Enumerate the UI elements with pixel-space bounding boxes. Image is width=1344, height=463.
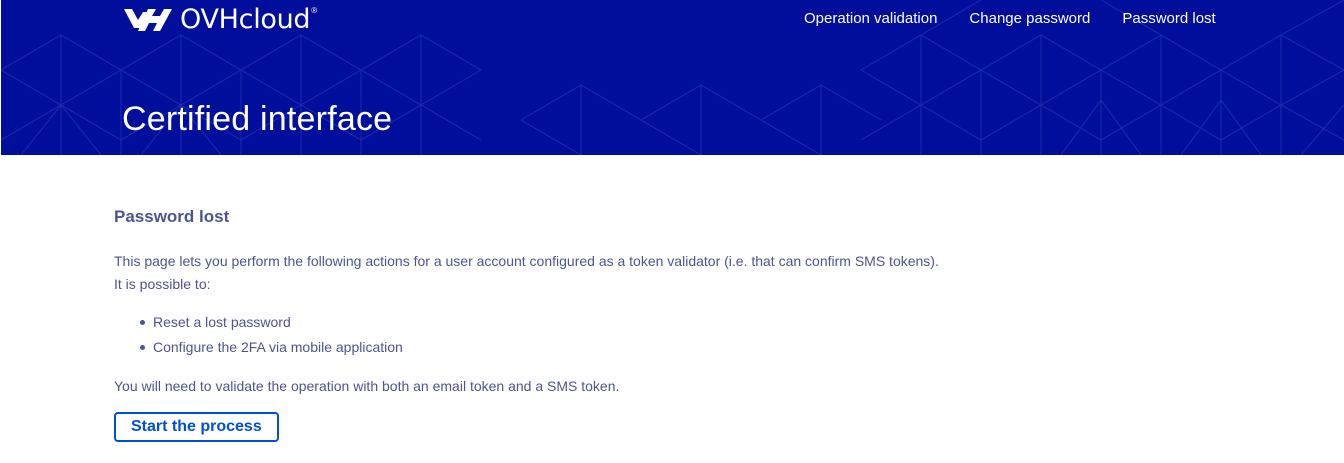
logo-registered-mark: ® <box>311 5 318 15</box>
ovhcloud-logo-icon <box>124 9 172 31</box>
nav-password-lost[interactable]: Password lost <box>1122 8 1215 30</box>
validation-note: You will need to validate the operation … <box>114 378 620 394</box>
nav-change-password[interactable]: Change password <box>969 8 1090 30</box>
feature-item: Configure the 2FA via mobile application <box>140 335 1114 360</box>
top-navigation: Operation validation Change password Pas… <box>804 8 1216 30</box>
nav-operation-validation[interactable]: Operation validation <box>804 8 937 30</box>
main-content: Password lost This page lets you perform… <box>114 200 1114 442</box>
feature-list: Reset a lost password Configure the 2FA … <box>114 310 1114 360</box>
page-title: Certified interface <box>122 100 393 138</box>
page-header: OVHcloud ® Operation validation Change p… <box>1 0 1344 155</box>
ovhcloud-logo[interactable]: OVHcloud ® <box>122 0 318 40</box>
start-process-button[interactable]: Start the process <box>114 412 279 442</box>
intro-line-1: This page lets you perform the following… <box>114 253 939 269</box>
logo-text: OVHcloud <box>180 4 311 35</box>
intro-line-2: It is possible to: <box>114 276 211 292</box>
intro-text: This page lets you perform the following… <box>114 250 1114 296</box>
feature-item: Reset a lost password <box>140 310 1114 335</box>
section-title: Password lost <box>114 207 230 226</box>
